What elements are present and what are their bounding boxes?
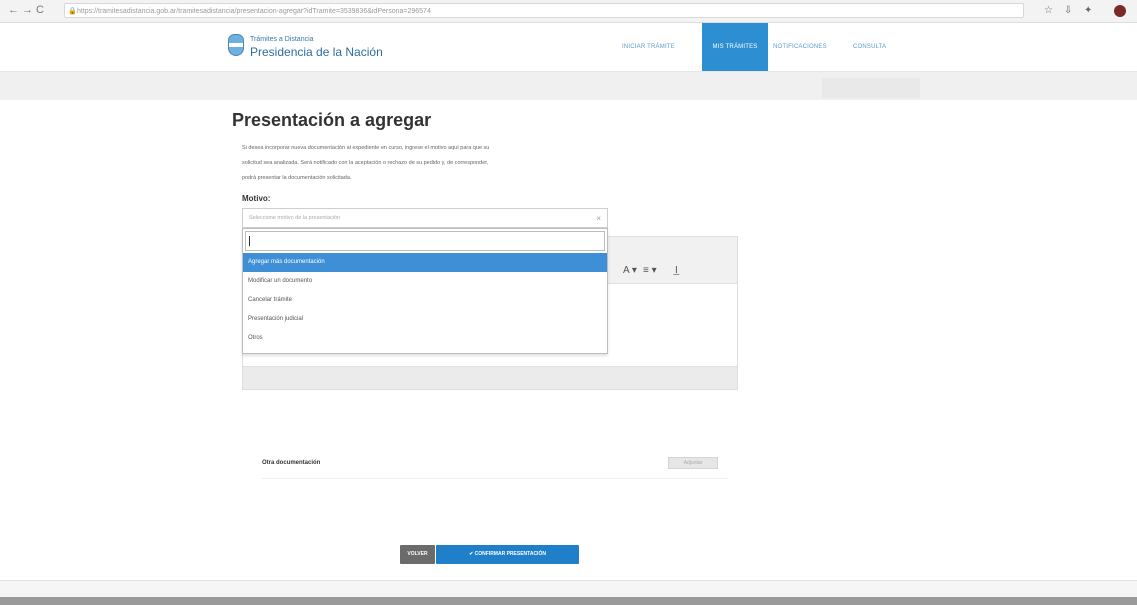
- option-agregar-documentacion[interactable]: Agregar más documentación: [243, 253, 607, 272]
- logo-title[interactable]: Presidencia de la Nación: [250, 45, 383, 59]
- logo-subtitle[interactable]: Trámites a Distancia: [250, 36, 314, 43]
- reload-icon[interactable]: C: [36, 4, 44, 16]
- back-button[interactable]: VOLVER: [400, 545, 435, 564]
- motivo-select[interactable]: Seleccione motivo de la presentación ×: [242, 208, 608, 228]
- subheader-block: [822, 78, 920, 98]
- site-header: Trámites a Distancia Presidencia de la N…: [0, 23, 1137, 72]
- clear-format-icon[interactable]: I̲: [675, 265, 678, 276]
- clear-icon[interactable]: ×: [596, 209, 601, 228]
- url-text: https://tramitesadistancia.gob.ar/tramit…: [77, 8, 431, 15]
- window-bottom-edge: [0, 597, 1137, 605]
- extension-icon[interactable]: ✦: [1084, 5, 1092, 16]
- forward-arrow-icon[interactable]: →: [22, 4, 33, 16]
- browser-toolbar: ← → C 🔒 https://tramitesadistancia.gob.a…: [0, 0, 1137, 23]
- nav-consulta[interactable]: CONSULTA: [853, 23, 903, 71]
- option-presentacion-judicial[interactable]: Presentación judicial: [243, 310, 607, 329]
- font-color-icon[interactable]: A ▾: [623, 265, 637, 276]
- doc-label: Otra documentación: [262, 460, 321, 466]
- nav-notificaciones[interactable]: NOTIFICACIONES: [773, 23, 847, 71]
- text-cursor: [249, 236, 250, 246]
- page-footer: [0, 580, 1137, 598]
- motivo-label: Motivo:: [242, 194, 271, 203]
- option-otros[interactable]: Otros: [243, 329, 607, 348]
- intro-line: Si desea incorporar nueva documentación …: [242, 145, 490, 151]
- attach-button[interactable]: Adjuntar: [668, 457, 718, 469]
- subheader-bar: [0, 72, 1137, 100]
- bookmark-star-icon[interactable]: ☆: [1044, 5, 1053, 16]
- documentation-row: Otra documentación Adjuntar: [262, 452, 728, 479]
- back-arrow-icon[interactable]: ←: [8, 4, 19, 16]
- intro-text: Si desea incorporar nueva documentación …: [242, 141, 612, 186]
- page-title: Presentación a agregar: [232, 110, 432, 130]
- argentina-shield-icon: [228, 34, 244, 56]
- editor-statusbar: [243, 366, 737, 389]
- lock-icon: 🔒: [68, 8, 77, 15]
- confirm-button[interactable]: ✔ CONFIRMAR PRESENTACIÓN: [436, 545, 579, 564]
- intro-line: podrá presentar la documentación solicit…: [242, 175, 352, 181]
- nav-mis-tramites[interactable]: MIS TRÁMITES: [702, 23, 768, 71]
- align-icon[interactable]: ≡ ▾: [643, 265, 657, 276]
- option-modificar-documento[interactable]: Modificar un documento: [243, 272, 607, 291]
- intro-line: solicitud sea analizada. Será notificado…: [242, 160, 489, 166]
- address-bar[interactable]: 🔒 https://tramitesadistancia.gob.ar/tram…: [64, 3, 1024, 18]
- profile-avatar[interactable]: [1114, 5, 1126, 17]
- dropdown-search-input[interactable]: [245, 231, 605, 251]
- select-placeholder: Seleccione motivo de la presentación: [249, 215, 341, 221]
- motivo-dropdown: Agregar más documentación Modificar un d…: [242, 228, 608, 354]
- option-cancelar-tramite[interactable]: Cancelar trámite: [243, 291, 607, 310]
- download-icon[interactable]: ⇩: [1064, 5, 1072, 16]
- nav-iniciar-tramite[interactable]: INICIAR TRÁMITE: [622, 23, 698, 71]
